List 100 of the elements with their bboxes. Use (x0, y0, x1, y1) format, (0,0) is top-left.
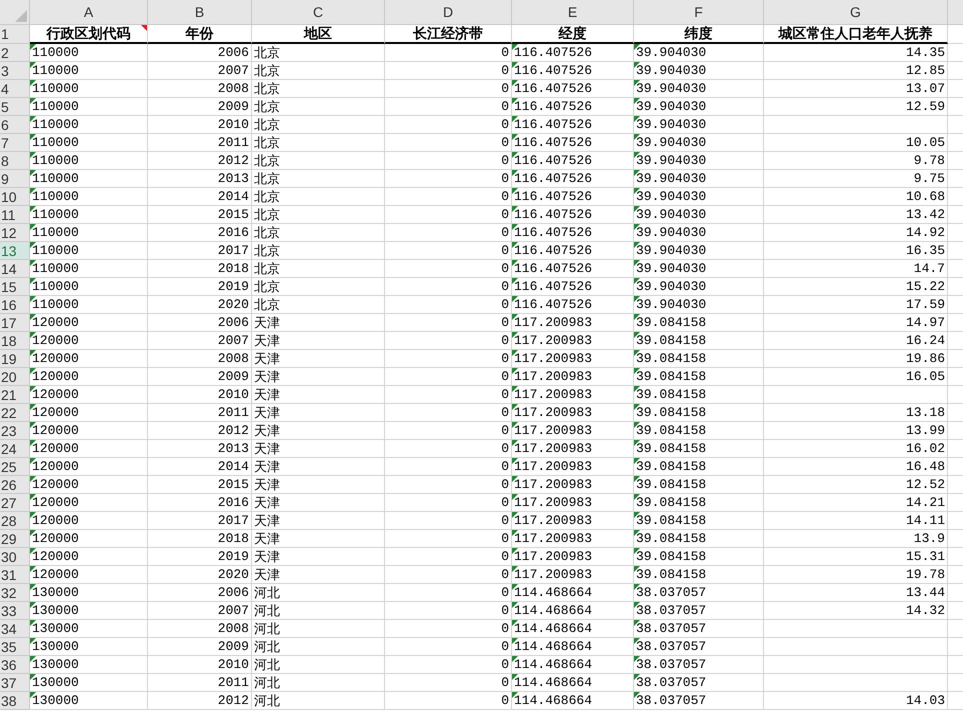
cell-text: 130000 (32, 621, 79, 636)
row-header[interactable]: 9 (0, 170, 30, 188)
cell-text: 120000 (32, 387, 79, 402)
header-cell: 行政区划代码 (30, 25, 148, 44)
cell-text: 38.037057 (636, 621, 706, 636)
cell-text: 2015 (218, 207, 249, 222)
cell-text: 116.407526 (514, 117, 592, 132)
cell-text: 0 (501, 477, 509, 492)
row-header[interactable]: 18 (0, 332, 30, 350)
cell-text: 120000 (32, 477, 79, 492)
row-header[interactable]: 10 (0, 188, 30, 206)
cell-text: 2019 (218, 279, 249, 294)
row-header[interactable]: 19 (0, 350, 30, 368)
row-header[interactable]: 22 (0, 404, 30, 422)
row-header[interactable]: 37 (0, 674, 30, 692)
cell-text: 39.904030 (636, 153, 706, 168)
cell-text: 14.35 (906, 45, 945, 60)
cell-text: 114.468664 (514, 693, 592, 708)
cell-text: 天津 (254, 512, 280, 529)
cell-text: 39.904030 (636, 261, 706, 276)
row-header[interactable]: 12 (0, 224, 30, 242)
cell-text: 2011 (218, 405, 249, 420)
row-header[interactable]: 11 (0, 206, 30, 224)
row-header[interactable]: 26 (0, 476, 30, 494)
cell-text: 39.084158 (636, 459, 706, 474)
cell-text: 0 (501, 639, 509, 654)
cell-text: 0 (501, 189, 509, 204)
cell-text: 0 (501, 405, 509, 420)
row-header[interactable]: 38 (0, 692, 30, 710)
column-header[interactable]: B (148, 0, 252, 25)
row-header[interactable]: 17 (0, 314, 30, 332)
row-header[interactable]: 25 (0, 458, 30, 476)
cell-text: 0 (501, 441, 509, 456)
column-header[interactable] (948, 0, 963, 25)
cell-text: 天津 (254, 440, 280, 457)
cell-text: 0 (501, 279, 509, 294)
cell-text: 110000 (32, 261, 79, 276)
column-header[interactable]: D (385, 0, 512, 25)
row-header[interactable]: 34 (0, 620, 30, 638)
cell-text: 2011 (218, 135, 249, 150)
cell-text: 0 (501, 657, 509, 672)
cell-text: 120000 (32, 531, 79, 546)
cell-text: 北京 (254, 80, 280, 97)
cell-text: 2016 (218, 495, 249, 510)
cell-text: 2006 (218, 315, 249, 330)
cell-text: 39.904030 (636, 297, 706, 312)
cell-text: 39.904030 (636, 225, 706, 240)
cell-text: 天津 (254, 386, 280, 403)
cell-text: 河北 (254, 620, 280, 637)
row-header[interactable]: 31 (0, 566, 30, 584)
row-header[interactable]: 14 (0, 260, 30, 278)
cell-text: 12.59 (906, 99, 945, 114)
row-header[interactable]: 1 (0, 25, 30, 44)
cell-text: 12.85 (906, 63, 945, 78)
cell-text: 114.468664 (514, 675, 592, 690)
select-all-icon[interactable] (15, 10, 27, 22)
cell-text: 河北 (254, 584, 280, 601)
cell-text: 120000 (32, 405, 79, 420)
row-header[interactable]: 24 (0, 440, 30, 458)
row-header[interactable]: 21 (0, 386, 30, 404)
row-header[interactable]: 13 (0, 242, 30, 260)
row-header[interactable]: 28 (0, 512, 30, 530)
column-header[interactable]: G (764, 0, 948, 25)
cell-text: 16.05 (906, 369, 945, 384)
row-header[interactable]: 3 (0, 62, 30, 80)
row-header[interactable]: 6 (0, 116, 30, 134)
row-header[interactable]: 4 (0, 80, 30, 98)
cell-text: 0 (501, 333, 509, 348)
row-header[interactable]: 29 (0, 530, 30, 548)
column-header[interactable]: A (30, 0, 148, 25)
row-header[interactable]: 2 (0, 44, 30, 62)
column-header[interactable]: C (252, 0, 385, 25)
row-header[interactable]: 36 (0, 656, 30, 674)
cell-text: 0 (501, 81, 509, 96)
row-header[interactable]: 33 (0, 602, 30, 620)
column-header[interactable]: F (634, 0, 764, 25)
row-header[interactable]: 15 (0, 278, 30, 296)
cell-text: 39.084158 (636, 369, 706, 384)
row-header[interactable]: 27 (0, 494, 30, 512)
row-header[interactable]: 7 (0, 134, 30, 152)
cell-text: 14.32 (906, 603, 945, 618)
row-header[interactable]: 8 (0, 152, 30, 170)
row-header[interactable]: 30 (0, 548, 30, 566)
cell-text: 117.200983 (514, 549, 592, 564)
row-header[interactable]: 32 (0, 584, 30, 602)
row-header[interactable]: 23 (0, 422, 30, 440)
row-header[interactable]: 5 (0, 98, 30, 116)
cell-text: 117.200983 (514, 405, 592, 420)
row-header[interactable]: 16 (0, 296, 30, 314)
cell-text: 39.084158 (636, 351, 706, 366)
cell-text: 116.407526 (514, 297, 592, 312)
cell-text: 120000 (32, 459, 79, 474)
column-header[interactable]: E (512, 0, 634, 25)
row-header[interactable]: 35 (0, 638, 30, 656)
cell-text: 39.084158 (636, 423, 706, 438)
row-header[interactable]: 20 (0, 368, 30, 386)
cell-text: 14.03 (906, 693, 945, 708)
header-cell: 纬度 (634, 25, 764, 44)
cell-text: 2009 (218, 639, 249, 654)
cell-text: 2018 (218, 261, 249, 276)
